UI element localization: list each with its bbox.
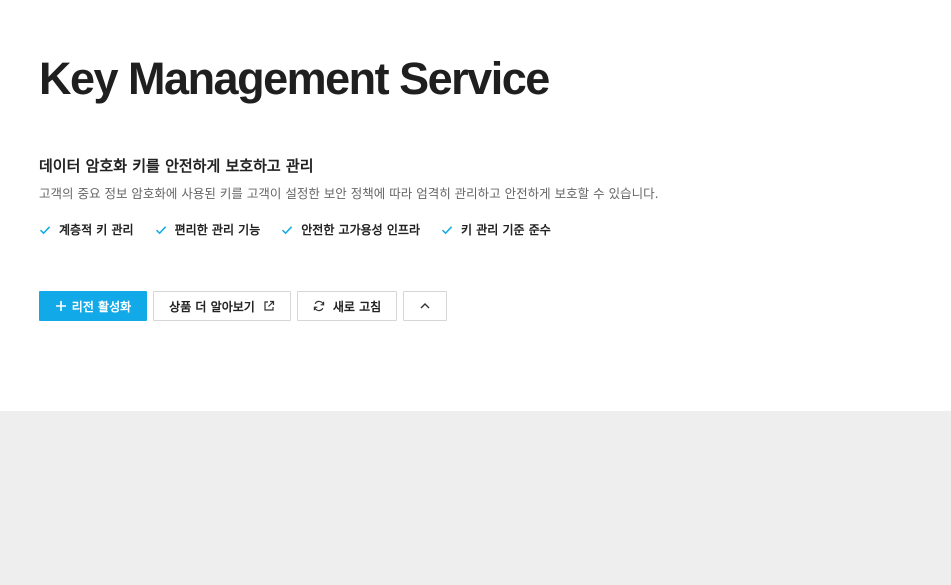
activate-region-label: 리전 활성화 (71, 299, 132, 314)
feature-item: 편리한 관리 기능 (155, 221, 261, 239)
activate-region-button[interactable]: 리전 활성화 (39, 291, 147, 321)
refresh-icon (313, 300, 325, 312)
external-link-icon (263, 300, 275, 312)
feature-label: 키 관리 기준 준수 (461, 223, 551, 237)
chevron-up-icon (419, 300, 431, 312)
plus-icon (55, 300, 67, 312)
hero-panel: Key Management Service 데이터 암호화 키를 안전하게 보… (0, 0, 951, 411)
feature-label: 편리한 관리 기능 (174, 223, 261, 237)
feature-list: 계층적 키 관리 편리한 관리 기능 안전한 고가용성 인프라 키 관리 기준 … (39, 221, 572, 239)
product-description: 고객의 중요 정보 암호화에 사용된 키를 고객이 설정한 보안 정책에 따라 … (39, 186, 659, 201)
feature-item: 계층적 키 관리 (39, 221, 134, 239)
feature-label: 계층적 키 관리 (59, 223, 134, 237)
check-icon (39, 224, 51, 236)
check-icon (441, 224, 453, 236)
product-subtitle: 데이터 암호화 키를 안전하게 보호하고 관리 (39, 157, 314, 175)
action-bar: 리전 활성화 상품 더 알아보기 새로 고침 (39, 291, 453, 321)
learn-more-label: 상품 더 알아보기 (169, 299, 255, 314)
content-area (0, 411, 951, 585)
refresh-label: 새로 고침 (332, 299, 382, 314)
check-icon (155, 224, 167, 236)
feature-item: 안전한 고가용성 인프라 (281, 221, 420, 239)
feature-item: 키 관리 기준 준수 (441, 221, 551, 239)
learn-more-button[interactable]: 상품 더 알아보기 (153, 291, 291, 321)
refresh-button[interactable]: 새로 고침 (297, 291, 397, 321)
page-title: Key Management Service (39, 53, 550, 104)
feature-label: 안전한 고가용성 인프라 (301, 223, 421, 237)
check-icon (281, 224, 293, 236)
collapse-button[interactable] (403, 291, 447, 321)
